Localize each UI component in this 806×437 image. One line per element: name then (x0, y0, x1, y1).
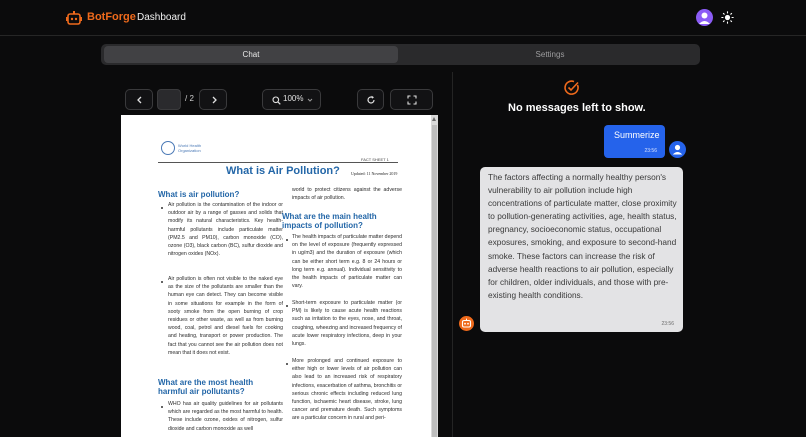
zoom-icon (272, 96, 281, 105)
paragraph: world to protect citizens against the ad… (292, 187, 402, 202)
paragraph: WHO has air quality guidelines for air p… (168, 401, 283, 432)
section-heading: What is air pollution? (158, 190, 240, 199)
bullet (286, 305, 288, 307)
bot-message-bubble: The factors affecting a normally healthy… (480, 167, 683, 332)
document-title: What is Air Pollution? (226, 165, 340, 177)
header-rule (158, 162, 398, 163)
fullscreen-button[interactable] (390, 89, 433, 110)
top-bar: BotForge Dashboard (0, 0, 806, 36)
refresh-button[interactable] (357, 89, 384, 110)
refresh-icon (367, 95, 375, 104)
next-page-button[interactable] (199, 89, 227, 110)
scroll-up-arrow-icon[interactable] (432, 117, 436, 121)
message-time: 23:56 (644, 148, 657, 154)
section-heading: What are the main health impacts of poll… (282, 212, 377, 230)
check-circle-icon (564, 80, 579, 95)
paragraph: Air pollution is the contamination of th… (168, 202, 283, 258)
sun-icon[interactable] (721, 11, 734, 24)
paragraph: Air pollution is often not visible to th… (168, 276, 283, 356)
pane-divider (452, 72, 453, 437)
message-text: Summerize (614, 130, 660, 140)
chevron-down-icon (307, 98, 313, 102)
person-icon (672, 144, 683, 155)
user-avatar[interactable] (696, 9, 713, 26)
tab-chat[interactable]: Chat (104, 46, 398, 63)
bullet (286, 239, 288, 241)
brand-name[interactable]: BotForge (87, 11, 136, 23)
chevron-right-icon (212, 96, 217, 104)
pdf-page[interactable]: World Health Organization FACT SHEET 1 W… (121, 115, 433, 437)
page-total: / 2 (185, 94, 194, 103)
paragraph: Short-term exposure to particulate matte… (292, 300, 402, 348)
section-heading: What are the most health harmful air pol… (158, 378, 254, 396)
org-name: World Health Organization (178, 143, 202, 153)
bullet (161, 281, 163, 283)
user-message-bubble: Summerize 23:56 (604, 125, 665, 158)
chevron-left-icon (137, 96, 142, 104)
bullet (286, 363, 288, 365)
pdf-scrollbar[interactable] (431, 115, 438, 437)
paragraph: More prolonged and continued exposure to… (292, 358, 402, 422)
empty-state-text: No messages left to show. (508, 102, 646, 114)
updated-date: Updated: 11 November 2019 (351, 171, 398, 176)
tab-settings[interactable]: Settings (403, 46, 697, 63)
bot-logo-icon[interactable] (66, 10, 82, 26)
bot-icon (461, 318, 472, 328)
zoom-value: 100% (283, 94, 304, 103)
scrollbar-thumb[interactable] (432, 125, 437, 437)
bullet (161, 406, 163, 408)
user-message-avatar (669, 141, 686, 158)
page-number-input[interactable] (157, 89, 181, 110)
paragraph: The health impacts of particulate matter… (292, 234, 402, 290)
message-time: 23:56 (661, 321, 674, 327)
nav-dashboard-link[interactable]: Dashboard (137, 12, 186, 23)
view-tabs: Chat Settings (101, 44, 700, 65)
bot-avatar (459, 316, 474, 331)
bullet (161, 207, 163, 209)
person-icon (699, 12, 710, 24)
who-logo-icon (161, 141, 175, 155)
message-text: The factors affecting a normally healthy… (488, 172, 677, 300)
expand-icon (407, 95, 417, 105)
prev-page-button[interactable] (125, 89, 153, 110)
